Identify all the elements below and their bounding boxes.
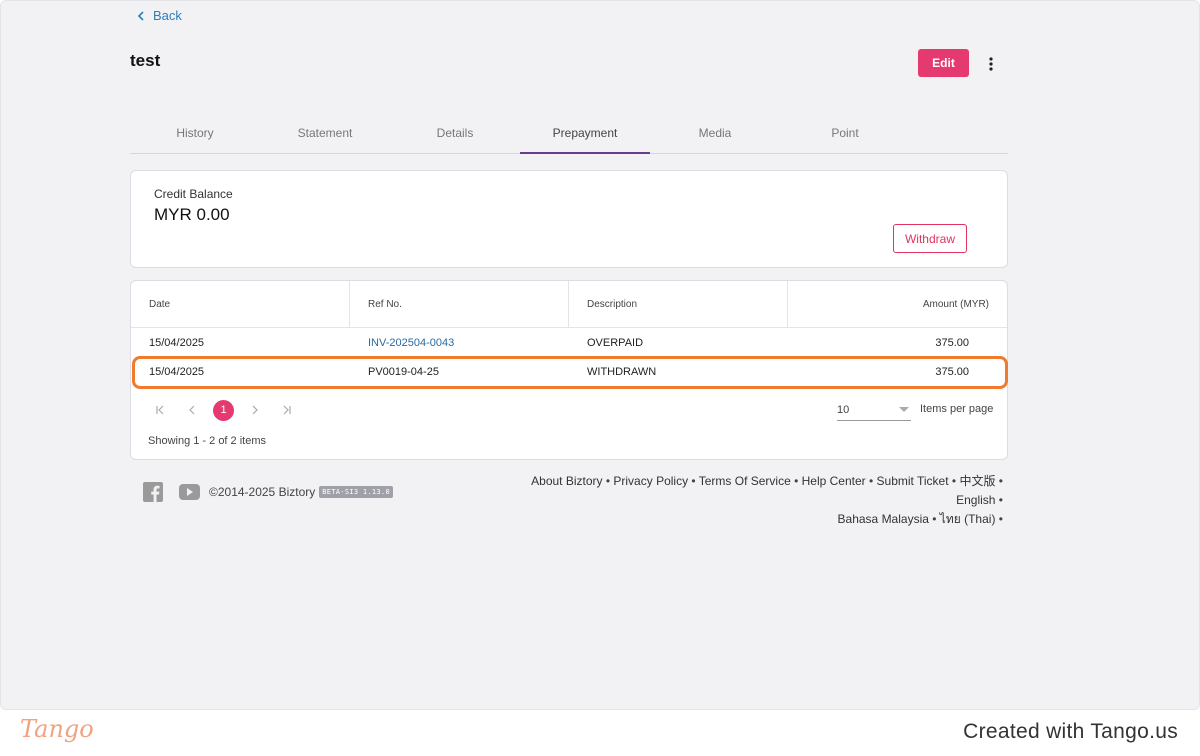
first-page-icon[interactable] <box>149 399 171 421</box>
facebook-icon[interactable] <box>143 482 163 502</box>
tango-credit: Created with Tango.us <box>963 720 1178 743</box>
column-header-ref-no[interactable]: Ref No. <box>350 281 569 327</box>
tab-prepayment[interactable]: Prepayment <box>520 113 650 154</box>
tab-history[interactable]: History <box>130 113 260 154</box>
withdraw-button[interactable]: Withdraw <box>893 224 967 253</box>
footer-link-help[interactable]: Help Center <box>802 474 866 488</box>
footer-link-privacy[interactable]: Privacy Policy <box>613 474 688 488</box>
cell-amount: 375.00 <box>935 336 969 349</box>
tab-bar: History Statement Details Prepayment Med… <box>130 113 1008 154</box>
items-per-page-select[interactable]: 10 <box>837 399 911 421</box>
edit-button[interactable]: Edit <box>918 49 969 77</box>
pagination: 1 <box>149 399 298 421</box>
cell-description: OVERPAID <box>587 336 644 349</box>
credit-balance-value: MYR 0.00 <box>154 205 230 224</box>
table-header: Date Ref No. Description Amount (MYR) <box>131 281 1007 328</box>
footer-link-chinese[interactable]: 中文版 <box>959 474 995 488</box>
tab-statement[interactable]: Statement <box>260 113 390 154</box>
prepayment-table: Date Ref No. Description Amount (MYR) 15… <box>130 280 1008 460</box>
next-page-icon[interactable] <box>244 399 266 421</box>
page-number-current[interactable]: 1 <box>213 399 234 421</box>
tab-details[interactable]: Details <box>390 113 520 154</box>
footer-link-thai[interactable]: ไทย (Thai) <box>940 512 996 526</box>
back-link[interactable]: Back <box>135 8 182 23</box>
copyright: ©2014-2025 Biztory BETA-SI3 1.13.0 <box>209 485 393 499</box>
prev-page-icon[interactable] <box>181 399 203 421</box>
column-header-amount[interactable]: Amount (MYR) <box>788 281 1007 327</box>
more-options-icon[interactable] <box>982 54 1000 74</box>
cell-amount: 375.00 <box>935 365 969 378</box>
youtube-icon[interactable] <box>179 484 200 500</box>
cell-ref: PV0019-04-25 <box>368 365 439 378</box>
showing-count: Showing 1 - 2 of 2 items <box>148 435 267 447</box>
chevron-left-icon <box>137 10 144 21</box>
copyright-text: ©2014-2025 Biztory <box>209 485 316 499</box>
cell-ref-link[interactable]: INV-202504-0043 <box>350 337 569 349</box>
table-row[interactable]: 15/04/2025 INV-202504-0043 OVERPAID 375.… <box>131 328 1007 357</box>
footer-link-ticket[interactable]: Submit Ticket <box>877 474 949 488</box>
page-title: test <box>130 51 161 70</box>
credit-balance-card: Credit Balance MYR 0.00 Withdraw <box>130 170 1008 268</box>
items-per-page-value: 10 <box>837 403 850 416</box>
footer-link-malay[interactable]: Bahasa Malaysia <box>838 512 929 526</box>
last-page-icon[interactable] <box>276 399 298 421</box>
version-badge: BETA-SI3 1.13.0 <box>319 486 393 498</box>
footer-links: About Biztory • Privacy Policy • Terms O… <box>531 474 1003 526</box>
footer-link-about[interactable]: About Biztory <box>531 474 602 488</box>
tab-media[interactable]: Media <box>650 113 780 154</box>
items-per-page-label: Items per page <box>920 403 994 415</box>
cell-description: WITHDRAWN <box>587 365 657 378</box>
footer-link-terms[interactable]: Terms Of Service <box>699 474 791 488</box>
column-header-date[interactable]: Date <box>131 281 350 327</box>
back-label: Back <box>153 8 182 23</box>
footer-link-english[interactable]: English <box>956 493 995 507</box>
column-header-description[interactable]: Description <box>569 281 788 327</box>
tango-logo: Tango <box>20 715 94 743</box>
dropdown-caret-icon <box>899 407 909 412</box>
credit-balance-label: Credit Balance <box>154 187 233 201</box>
table-row[interactable]: 15/04/2025 PV0019-04-25 WITHDRAWN 375.00 <box>131 357 1007 386</box>
tab-point[interactable]: Point <box>780 113 910 154</box>
cell-date: 15/04/2025 <box>149 336 205 349</box>
cell-date: 15/04/2025 <box>149 365 205 378</box>
